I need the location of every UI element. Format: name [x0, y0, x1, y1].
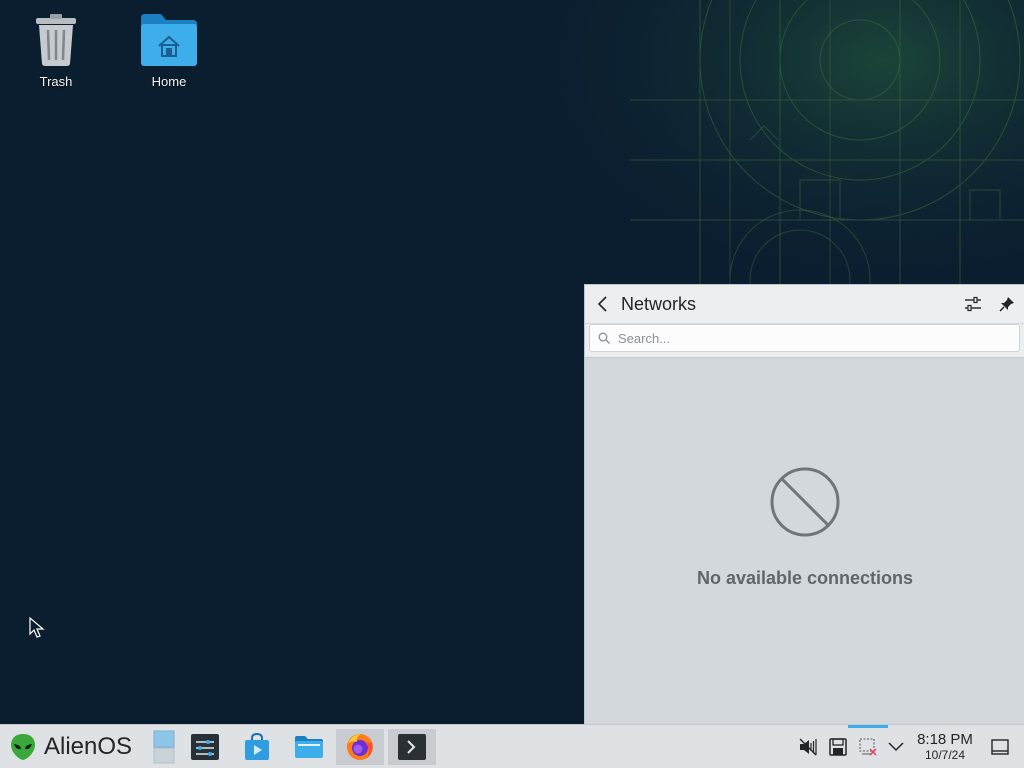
home-folder-icon	[141, 14, 197, 66]
launcher-label: AlienOS	[44, 733, 133, 760]
folder-app-icon	[295, 736, 323, 758]
taskbar-app-software-center[interactable]	[234, 729, 280, 765]
clock-date: 10/7/24	[924, 748, 966, 762]
pin-icon	[999, 297, 1014, 312]
desktop-icon-trash[interactable]: Trash	[11, 12, 101, 89]
alien-logo-icon	[11, 734, 35, 760]
clock-time: 8:18 PM	[917, 731, 973, 748]
wallpaper-art	[560, 0, 1024, 300]
network-disconnected-icon	[859, 738, 877, 756]
show-desktop-button[interactable]	[988, 735, 1012, 759]
show-desktop-icon	[991, 739, 1009, 755]
trash-icon	[36, 14, 76, 66]
search-input[interactable]	[616, 329, 1000, 347]
desktop-icon-label: Trash	[39, 74, 73, 89]
empty-state-message: No available connections	[696, 568, 914, 588]
tray-expand-button[interactable]	[884, 735, 908, 759]
virtual-desktop-pager-icon	[153, 730, 175, 764]
network-list-area: No available connections	[585, 358, 1024, 724]
no-entry-icon	[770, 467, 840, 537]
pager-button[interactable]	[150, 729, 178, 765]
firefox-icon	[347, 734, 373, 760]
digital-clock[interactable]: 8:18 PM 10/7/24	[910, 731, 980, 762]
mouse-cursor-icon	[29, 617, 45, 638]
popup-title: Networks	[621, 293, 697, 314]
chevron-left-icon	[597, 296, 607, 312]
terminal-icon	[398, 734, 426, 760]
popup-header: Networks	[585, 285, 1024, 323]
networks-popup: Networks Search... No available connecti…	[584, 284, 1024, 724]
sliders-icon	[965, 296, 981, 312]
volume-button[interactable]	[796, 735, 820, 759]
network-active-indicator	[848, 725, 888, 728]
disk-button[interactable]	[826, 735, 850, 759]
taskbar-app-system-settings[interactable]	[182, 729, 228, 765]
taskbar-app-terminal[interactable]	[388, 729, 436, 765]
disk-icon	[829, 738, 847, 756]
search-field[interactable]	[589, 324, 1020, 352]
back-button[interactable]	[585, 285, 621, 323]
chevron-down-icon	[888, 742, 904, 752]
desktop-icon-home[interactable]: Home	[124, 12, 214, 89]
taskbar: AlienOS 8:18 PM 10/7/24	[0, 724, 1024, 768]
application-launcher[interactable]: AlienOS	[10, 725, 132, 769]
store-bag-icon	[245, 733, 269, 760]
settings-app-icon	[191, 734, 219, 760]
network-settings-button[interactable]	[956, 285, 990, 323]
taskbar-app-firefox[interactable]	[336, 729, 384, 765]
search-icon	[598, 332, 610, 344]
volume-muted-icon	[799, 738, 817, 756]
desktop-icon-label: Home	[151, 74, 187, 89]
taskbar-app-file-manager[interactable]	[286, 729, 332, 765]
search-bar	[585, 324, 1024, 358]
pin-button[interactable]	[990, 285, 1024, 323]
network-button[interactable]	[856, 735, 880, 759]
